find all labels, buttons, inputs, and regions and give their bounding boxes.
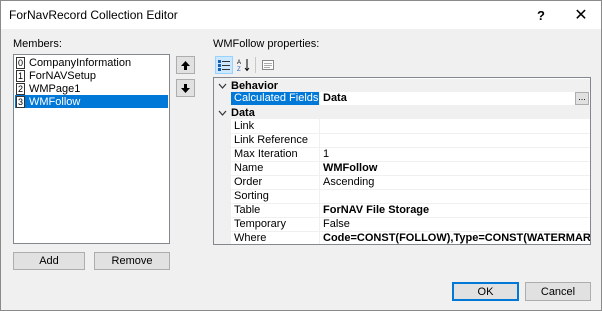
properties-label: WMFollow properties: xyxy=(213,38,320,50)
property-row-table[interactable]: Table ForNAV File Storage xyxy=(231,204,590,218)
property-name: Calculated Fields xyxy=(231,92,319,105)
property-row-sorting[interactable]: Sorting xyxy=(231,190,590,204)
arrow-up-icon xyxy=(181,60,190,70)
property-row-link-reference[interactable]: Link Reference xyxy=(231,134,590,148)
member-index: 2 xyxy=(16,82,25,95)
property-grid[interactable]: Behavior Calculated Fields Data ... Data… xyxy=(213,77,591,246)
property-pages-icon xyxy=(262,60,274,70)
category-behavior[interactable]: Behavior xyxy=(214,79,590,92)
member-item[interactable]: 0 CompanyInformation xyxy=(15,56,168,69)
member-name: WMFollow xyxy=(29,95,81,108)
property-value[interactable]: Ascending xyxy=(320,176,590,189)
category-data[interactable]: Data xyxy=(214,106,590,119)
toolbar-separator xyxy=(255,57,256,73)
property-value[interactable]: Code=CONST(FOLLOW),Type=CONST(WATERMARK) xyxy=(320,232,590,245)
categorized-button[interactable] xyxy=(215,56,233,74)
members-list[interactable]: 0 CompanyInformation 1 ForNAVSetup 2 WMP… xyxy=(13,54,170,244)
cancel-button[interactable]: Cancel xyxy=(525,282,591,301)
member-item[interactable]: 1 ForNAVSetup xyxy=(15,69,168,82)
member-name: ForNAVSetup xyxy=(29,69,97,82)
property-value[interactable] xyxy=(320,120,590,133)
property-toolbar: A Z xyxy=(213,54,591,76)
property-value[interactable]: ForNAV File Storage xyxy=(320,204,590,217)
sort-az-icon: A Z xyxy=(237,59,250,72)
property-value[interactable] xyxy=(320,134,590,147)
svg-text:A: A xyxy=(237,60,241,66)
ellipsis-button[interactable]: ... xyxy=(575,92,589,105)
property-value[interactable]: 1 xyxy=(320,148,590,161)
title-bar: ForNavRecord Collection Editor ? ✕ xyxy=(1,1,601,29)
member-index: 0 xyxy=(16,56,25,69)
property-pages-button[interactable] xyxy=(259,56,277,74)
close-icon: ✕ xyxy=(574,7,588,24)
help-icon: ? xyxy=(537,7,545,23)
property-name: Link Reference xyxy=(234,134,308,146)
property-name: Temporary xyxy=(234,218,286,230)
property-row-name[interactable]: Name WMFollow xyxy=(231,162,590,176)
grid-column-divider[interactable] xyxy=(319,92,320,244)
member-item[interactable]: 2 WMPage1 xyxy=(15,82,168,95)
collapse-icon[interactable] xyxy=(214,110,231,116)
property-row-temporary[interactable]: Temporary False xyxy=(231,218,590,232)
property-row-calculated-fields[interactable]: Calculated Fields Data ... xyxy=(231,92,590,106)
property-value[interactable]: WMFollow xyxy=(320,162,590,175)
svg-text:Z: Z xyxy=(237,67,241,72)
property-value[interactable] xyxy=(320,190,590,203)
property-name: Order xyxy=(234,176,263,188)
member-item-selected[interactable]: 3 WMFollow xyxy=(15,95,168,108)
ok-button[interactable]: OK xyxy=(452,282,519,301)
collection-editor-dialog: ForNavRecord Collection Editor ? ✕ Membe… xyxy=(0,0,602,311)
property-row-max-iteration[interactable]: Max Iteration 1 xyxy=(231,148,590,162)
member-index: 3 xyxy=(16,95,25,108)
collapse-icon[interactable] xyxy=(214,83,231,89)
member-name: CompanyInformation xyxy=(29,56,132,69)
property-name: Sorting xyxy=(234,190,269,202)
property-name: Max Iteration xyxy=(234,148,298,160)
member-name: WMPage1 xyxy=(29,82,81,95)
property-row-order[interactable]: Order Ascending xyxy=(231,176,590,190)
property-name: Table xyxy=(234,204,261,216)
add-button[interactable]: Add xyxy=(13,252,85,270)
member-index: 1 xyxy=(16,69,25,82)
property-row-link[interactable]: Link xyxy=(231,120,590,134)
arrow-down-icon xyxy=(181,83,190,93)
property-name: Where xyxy=(234,232,267,244)
categorized-icon xyxy=(218,60,230,71)
property-row-where[interactable]: Where Code=CONST(FOLLOW),Type=CONST(WATE… xyxy=(231,232,590,246)
category-name: Behavior xyxy=(231,79,279,92)
property-value[interactable]: False xyxy=(320,218,590,231)
alphabetical-button[interactable]: A Z xyxy=(235,56,253,74)
property-value[interactable]: Data xyxy=(320,92,590,105)
members-label: Members: xyxy=(13,38,62,50)
help-button[interactable]: ? xyxy=(521,1,561,29)
property-name: Link xyxy=(234,120,255,132)
move-up-button[interactable] xyxy=(176,56,195,74)
close-button[interactable]: ✕ xyxy=(561,1,601,29)
grid-margin xyxy=(214,78,231,244)
remove-button[interactable]: Remove xyxy=(94,252,170,270)
category-name: Data xyxy=(231,106,255,119)
property-name: Name xyxy=(234,162,264,174)
window-title: ForNavRecord Collection Editor xyxy=(9,8,178,22)
move-down-button[interactable] xyxy=(176,79,195,97)
